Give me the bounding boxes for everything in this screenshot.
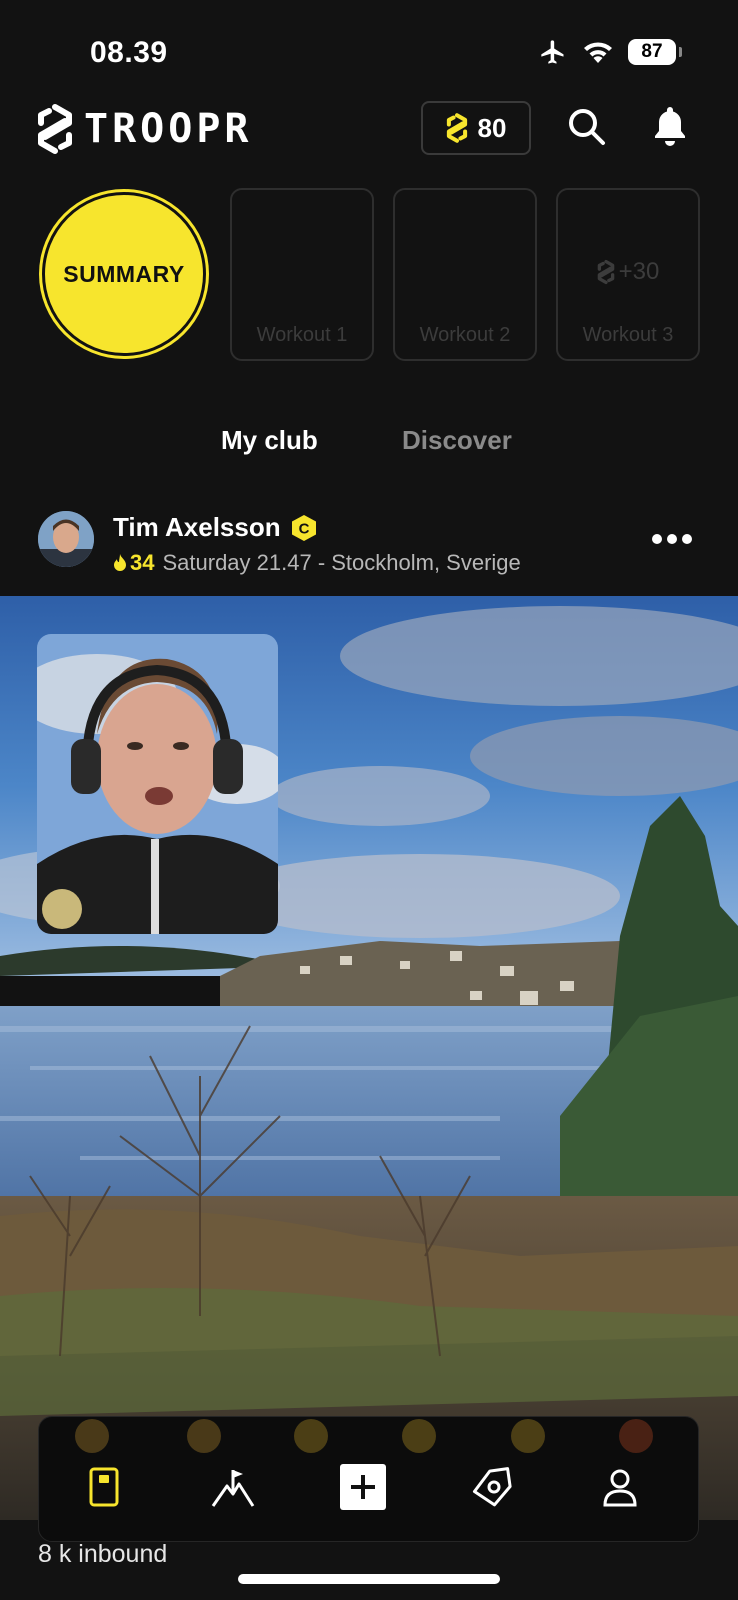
stories-row: SUMMARY Workout 1 Workout 2 +30 Workout … bbox=[0, 188, 738, 363]
wifi-icon bbox=[584, 42, 612, 63]
badge-letter: C bbox=[298, 520, 309, 537]
inbound-count: 8 k inbound bbox=[38, 1540, 168, 1568]
story-label: Workout 2 bbox=[419, 324, 511, 346]
feed-tabs: My club Discover bbox=[0, 425, 738, 465]
troopr-logo: TROOPR bbox=[36, 103, 253, 155]
flame-icon bbox=[114, 554, 126, 571]
profile-icon bbox=[603, 1469, 637, 1507]
captain-badge-icon: C bbox=[291, 514, 316, 541]
more-dot-icon bbox=[682, 534, 692, 544]
story-label: Workout 3 bbox=[582, 324, 674, 346]
add-icon bbox=[340, 1464, 386, 1510]
nav-challenges[interactable] bbox=[203, 1457, 263, 1517]
battery-indicator: 87 bbox=[628, 39, 682, 65]
bottom-navigation bbox=[38, 1416, 699, 1542]
story-workout-2[interactable]: Workout 2 bbox=[393, 188, 537, 361]
post-meta: 34 Saturday 21.47 - Stockholm, Sverige bbox=[113, 550, 521, 576]
more-dot-icon bbox=[652, 534, 662, 544]
status-bar: 08.39 87 bbox=[0, 0, 738, 100]
home-indicator[interactable] bbox=[238, 1574, 500, 1584]
points-value: 80 bbox=[477, 112, 507, 143]
tab-my-club[interactable]: My club bbox=[221, 425, 318, 456]
collision-icon[interactable] bbox=[619, 1419, 653, 1453]
troopr-token-icon bbox=[446, 113, 467, 143]
points-button[interactable]: 80 bbox=[421, 101, 531, 155]
post-timestamp-location: Saturday 21.47 - Stockholm, Sverige bbox=[162, 550, 521, 575]
surprised-face-icon[interactable] bbox=[402, 1419, 436, 1453]
summary-story[interactable]: SUMMARY bbox=[42, 192, 206, 356]
nav-add-post[interactable] bbox=[333, 1457, 393, 1517]
brand-name: TROOPR bbox=[84, 106, 253, 152]
mountain-flag-icon bbox=[211, 1470, 255, 1507]
streak: 34 bbox=[113, 550, 154, 576]
feed-icon bbox=[89, 1467, 119, 1507]
tag-icon bbox=[472, 1467, 512, 1507]
story-workout-3[interactable]: +30 Workout 3 bbox=[556, 188, 700, 361]
nav-feed[interactable] bbox=[74, 1457, 134, 1517]
post-header: Tim Axelsson C 34 Saturday 21.47 - Stock… bbox=[0, 508, 738, 588]
status-time: 08.39 bbox=[90, 36, 168, 69]
story-extra: +30 bbox=[558, 258, 698, 286]
heart-eyes-icon[interactable] bbox=[294, 1419, 328, 1453]
airplane-icon bbox=[541, 40, 564, 64]
nav-profile[interactable] bbox=[590, 1457, 650, 1517]
laughing-face-icon[interactable] bbox=[511, 1419, 545, 1453]
avatar-image bbox=[38, 511, 94, 567]
troopr-token-icon bbox=[597, 259, 614, 285]
bell-icon bbox=[655, 107, 685, 146]
story-workout-1[interactable]: Workout 1 bbox=[230, 188, 374, 361]
story-extra-count: +30 bbox=[618, 258, 660, 285]
selfie-image bbox=[37, 634, 278, 934]
app-header: TROOPR 80 bbox=[0, 95, 738, 161]
tab-discover[interactable]: Discover bbox=[402, 425, 512, 456]
story-label: Workout 1 bbox=[256, 324, 348, 346]
author-name: Tim Axelsson bbox=[113, 512, 281, 542]
troopr-logo-icon bbox=[38, 104, 72, 154]
post-photo[interactable] bbox=[0, 596, 738, 1520]
selfie-overlay[interactable] bbox=[37, 634, 278, 934]
search-button[interactable] bbox=[567, 107, 607, 147]
streak-count: 34 bbox=[130, 550, 155, 575]
reaction-bar bbox=[39, 1417, 700, 1457]
nav-offers[interactable] bbox=[462, 1457, 522, 1517]
post-author[interactable]: Tim Axelsson C bbox=[113, 512, 317, 543]
avatar[interactable] bbox=[38, 511, 94, 567]
search-icon bbox=[569, 109, 605, 145]
more-dot-icon bbox=[667, 534, 677, 544]
status-icons: 87 bbox=[538, 38, 682, 66]
clapping-hands-icon[interactable] bbox=[187, 1419, 221, 1453]
flexed-biceps-icon[interactable] bbox=[75, 1419, 109, 1453]
more-options-button[interactable] bbox=[652, 534, 692, 548]
notifications-button[interactable] bbox=[652, 105, 692, 149]
